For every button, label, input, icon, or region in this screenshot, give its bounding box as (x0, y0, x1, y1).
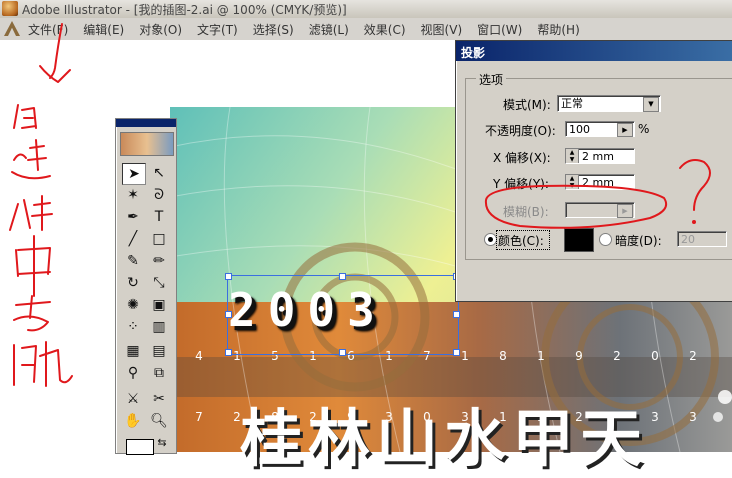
red-handwriting-annotation (9, 23, 711, 387)
question-mark-dot (692, 220, 696, 224)
